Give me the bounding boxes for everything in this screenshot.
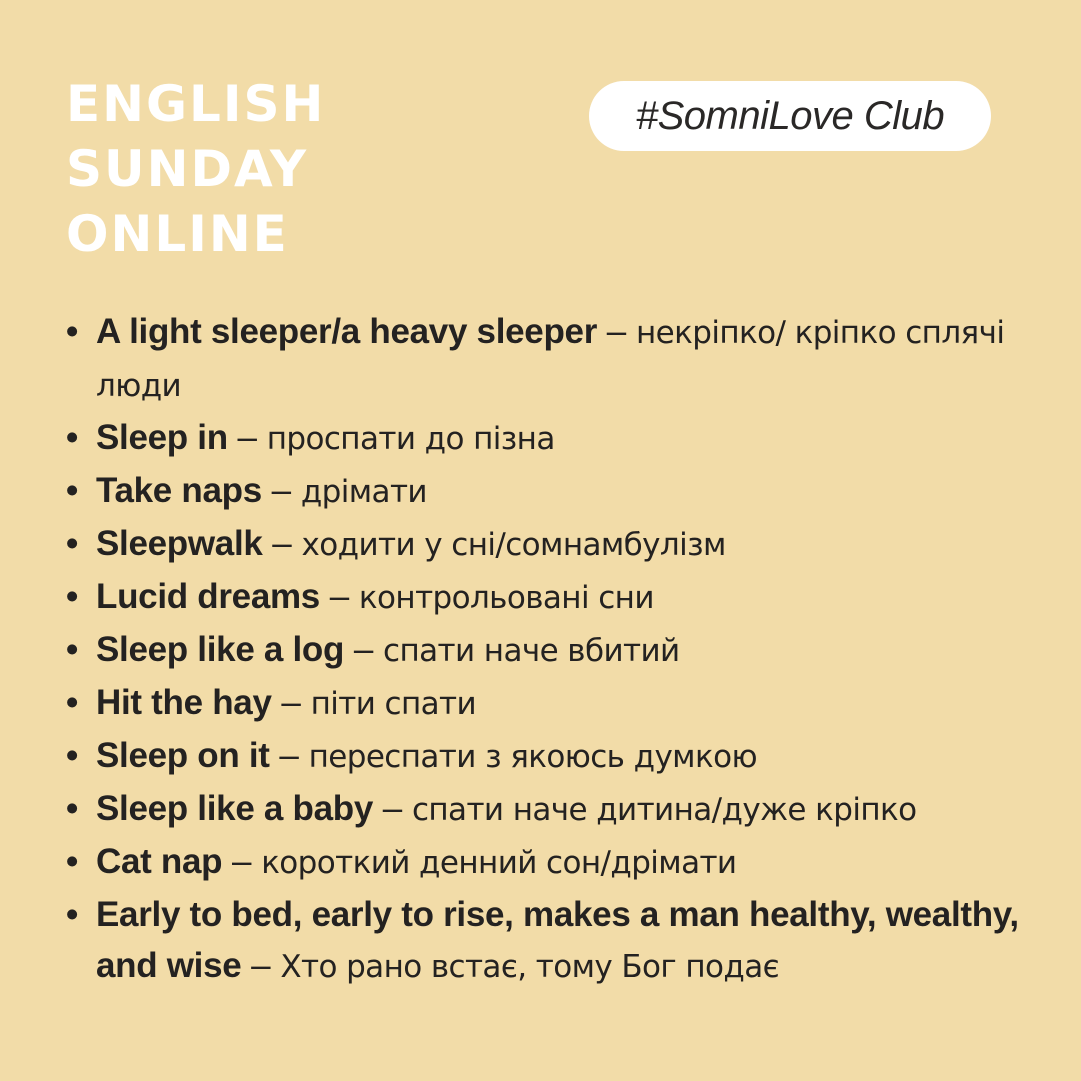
phrase-term: Hit the hay <box>96 683 272 722</box>
bullet-icon: • <box>66 418 79 457</box>
phrase-term: Take naps <box>96 471 262 510</box>
bullet-icon: • <box>66 630 79 669</box>
bullet-icon: • <box>66 789 79 828</box>
phrase-separator: – <box>329 577 350 616</box>
phrase-term: Sleep like a baby <box>96 789 373 828</box>
phrase-meaning: короткий денний сон/дрімати <box>261 845 737 881</box>
phrase-separator: – <box>606 312 627 351</box>
list-item: • Early to bed, early to rise, makes a ma… <box>62 889 1052 993</box>
phrase-separator: – <box>382 789 403 828</box>
title-line-3: ONLINE <box>66 205 289 263</box>
list-item: • A light sleeper/a heavy sleeper – некрі… <box>62 306 1052 412</box>
phrase-separator: – <box>279 736 299 775</box>
phrase-separator: – <box>271 471 292 510</box>
bullet-icon: • <box>66 895 79 934</box>
phrase-term: Cat nap <box>96 842 223 881</box>
list-item: • Sleep on it – переспати з якоюсь думкою <box>62 730 1052 783</box>
phrase-meaning: переспати з якоюсь думкою <box>308 739 758 775</box>
phrase-term: Sleep in <box>96 418 228 457</box>
list-item: • Cat nap – короткий денний сон/дрімати <box>62 836 1052 889</box>
phrase-separator: – <box>272 524 292 563</box>
bullet-icon: • <box>66 524 79 563</box>
phrase-meaning: контрольовані сни <box>358 580 655 616</box>
bullet-icon: • <box>66 312 79 351</box>
list-item: • Lucid dreams – контрольовані сни <box>62 571 1052 624</box>
phrase-meaning: піти спати <box>310 686 477 722</box>
title-line-1: ENGLISH <box>66 75 326 133</box>
phrase-separator: – <box>281 683 301 722</box>
phrase-meaning: спати наче дитина/дуже кріпко <box>411 792 917 828</box>
phrase-separator: – <box>231 842 252 881</box>
list-item: • Take naps – дрімати <box>62 465 1052 518</box>
phrase-term: Sleepwalk <box>96 524 263 563</box>
phrase-meaning: дрімати <box>300 474 428 510</box>
title-line-2: SUNDAY <box>66 140 309 198</box>
phrase-term: Sleep on it <box>96 736 270 775</box>
list-item: • Sleepwalk – ходити у сні/сомнамбулізм <box>62 518 1052 571</box>
phrase-meaning: ходити у сні/сомнамбулізм <box>301 527 727 563</box>
phrase-meaning: Хто рано встає, тому Бог подає <box>280 949 780 985</box>
phrase-term: Sleep like a log <box>96 630 345 669</box>
list-item: • Sleep like a log – спати наче вбитий <box>62 624 1052 677</box>
phrase-meaning: проспати до пізна <box>266 421 556 457</box>
bullet-icon: • <box>66 736 79 775</box>
phrase-separator: – <box>353 630 374 669</box>
phrase-list: • A light sleeper/a heavy sleeper – некрі… <box>62 306 1052 993</box>
hashtag-badge: #SomniLove Club <box>589 81 991 151</box>
bullet-icon: • <box>66 842 79 881</box>
bullet-icon: • <box>66 471 79 510</box>
hashtag-text: #SomniLove Club <box>635 93 945 138</box>
page-title: ENGLISH SUNDAY ONLINE <box>66 72 325 267</box>
bullet-icon: • <box>66 577 79 616</box>
list-item: • Sleep like a baby – спати наче дитина/д… <box>62 783 1052 836</box>
list-item: • Hit the hay – піти спати <box>62 677 1052 730</box>
phrase-separator: – <box>237 418 258 457</box>
bullet-icon: • <box>66 683 79 722</box>
phrase-separator: – <box>251 946 271 985</box>
phrase-term: A light sleeper/a heavy sleeper <box>96 312 598 351</box>
phrase-term: Lucid dreams <box>96 577 320 616</box>
list-item: • Sleep in – проспати до пізна <box>62 412 1052 465</box>
phrase-meaning: спати наче вбитий <box>383 633 680 669</box>
